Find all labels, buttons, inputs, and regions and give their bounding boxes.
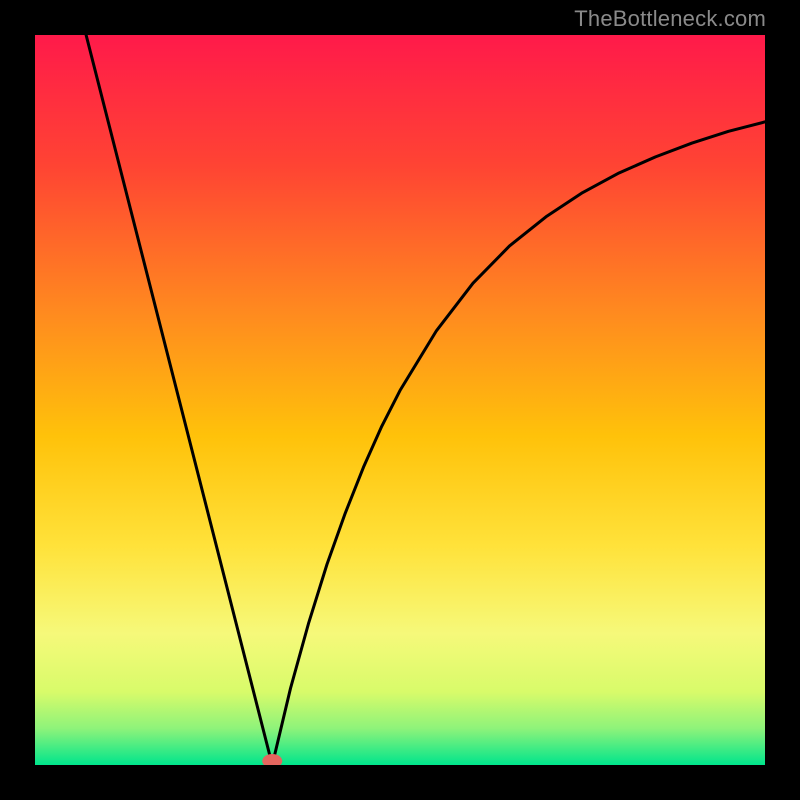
gradient-background bbox=[35, 35, 765, 765]
chart-svg bbox=[35, 35, 765, 765]
watermark-text: TheBottleneck.com bbox=[574, 6, 766, 32]
chart-frame: TheBottleneck.com bbox=[0, 0, 800, 800]
plot-area bbox=[35, 35, 765, 765]
